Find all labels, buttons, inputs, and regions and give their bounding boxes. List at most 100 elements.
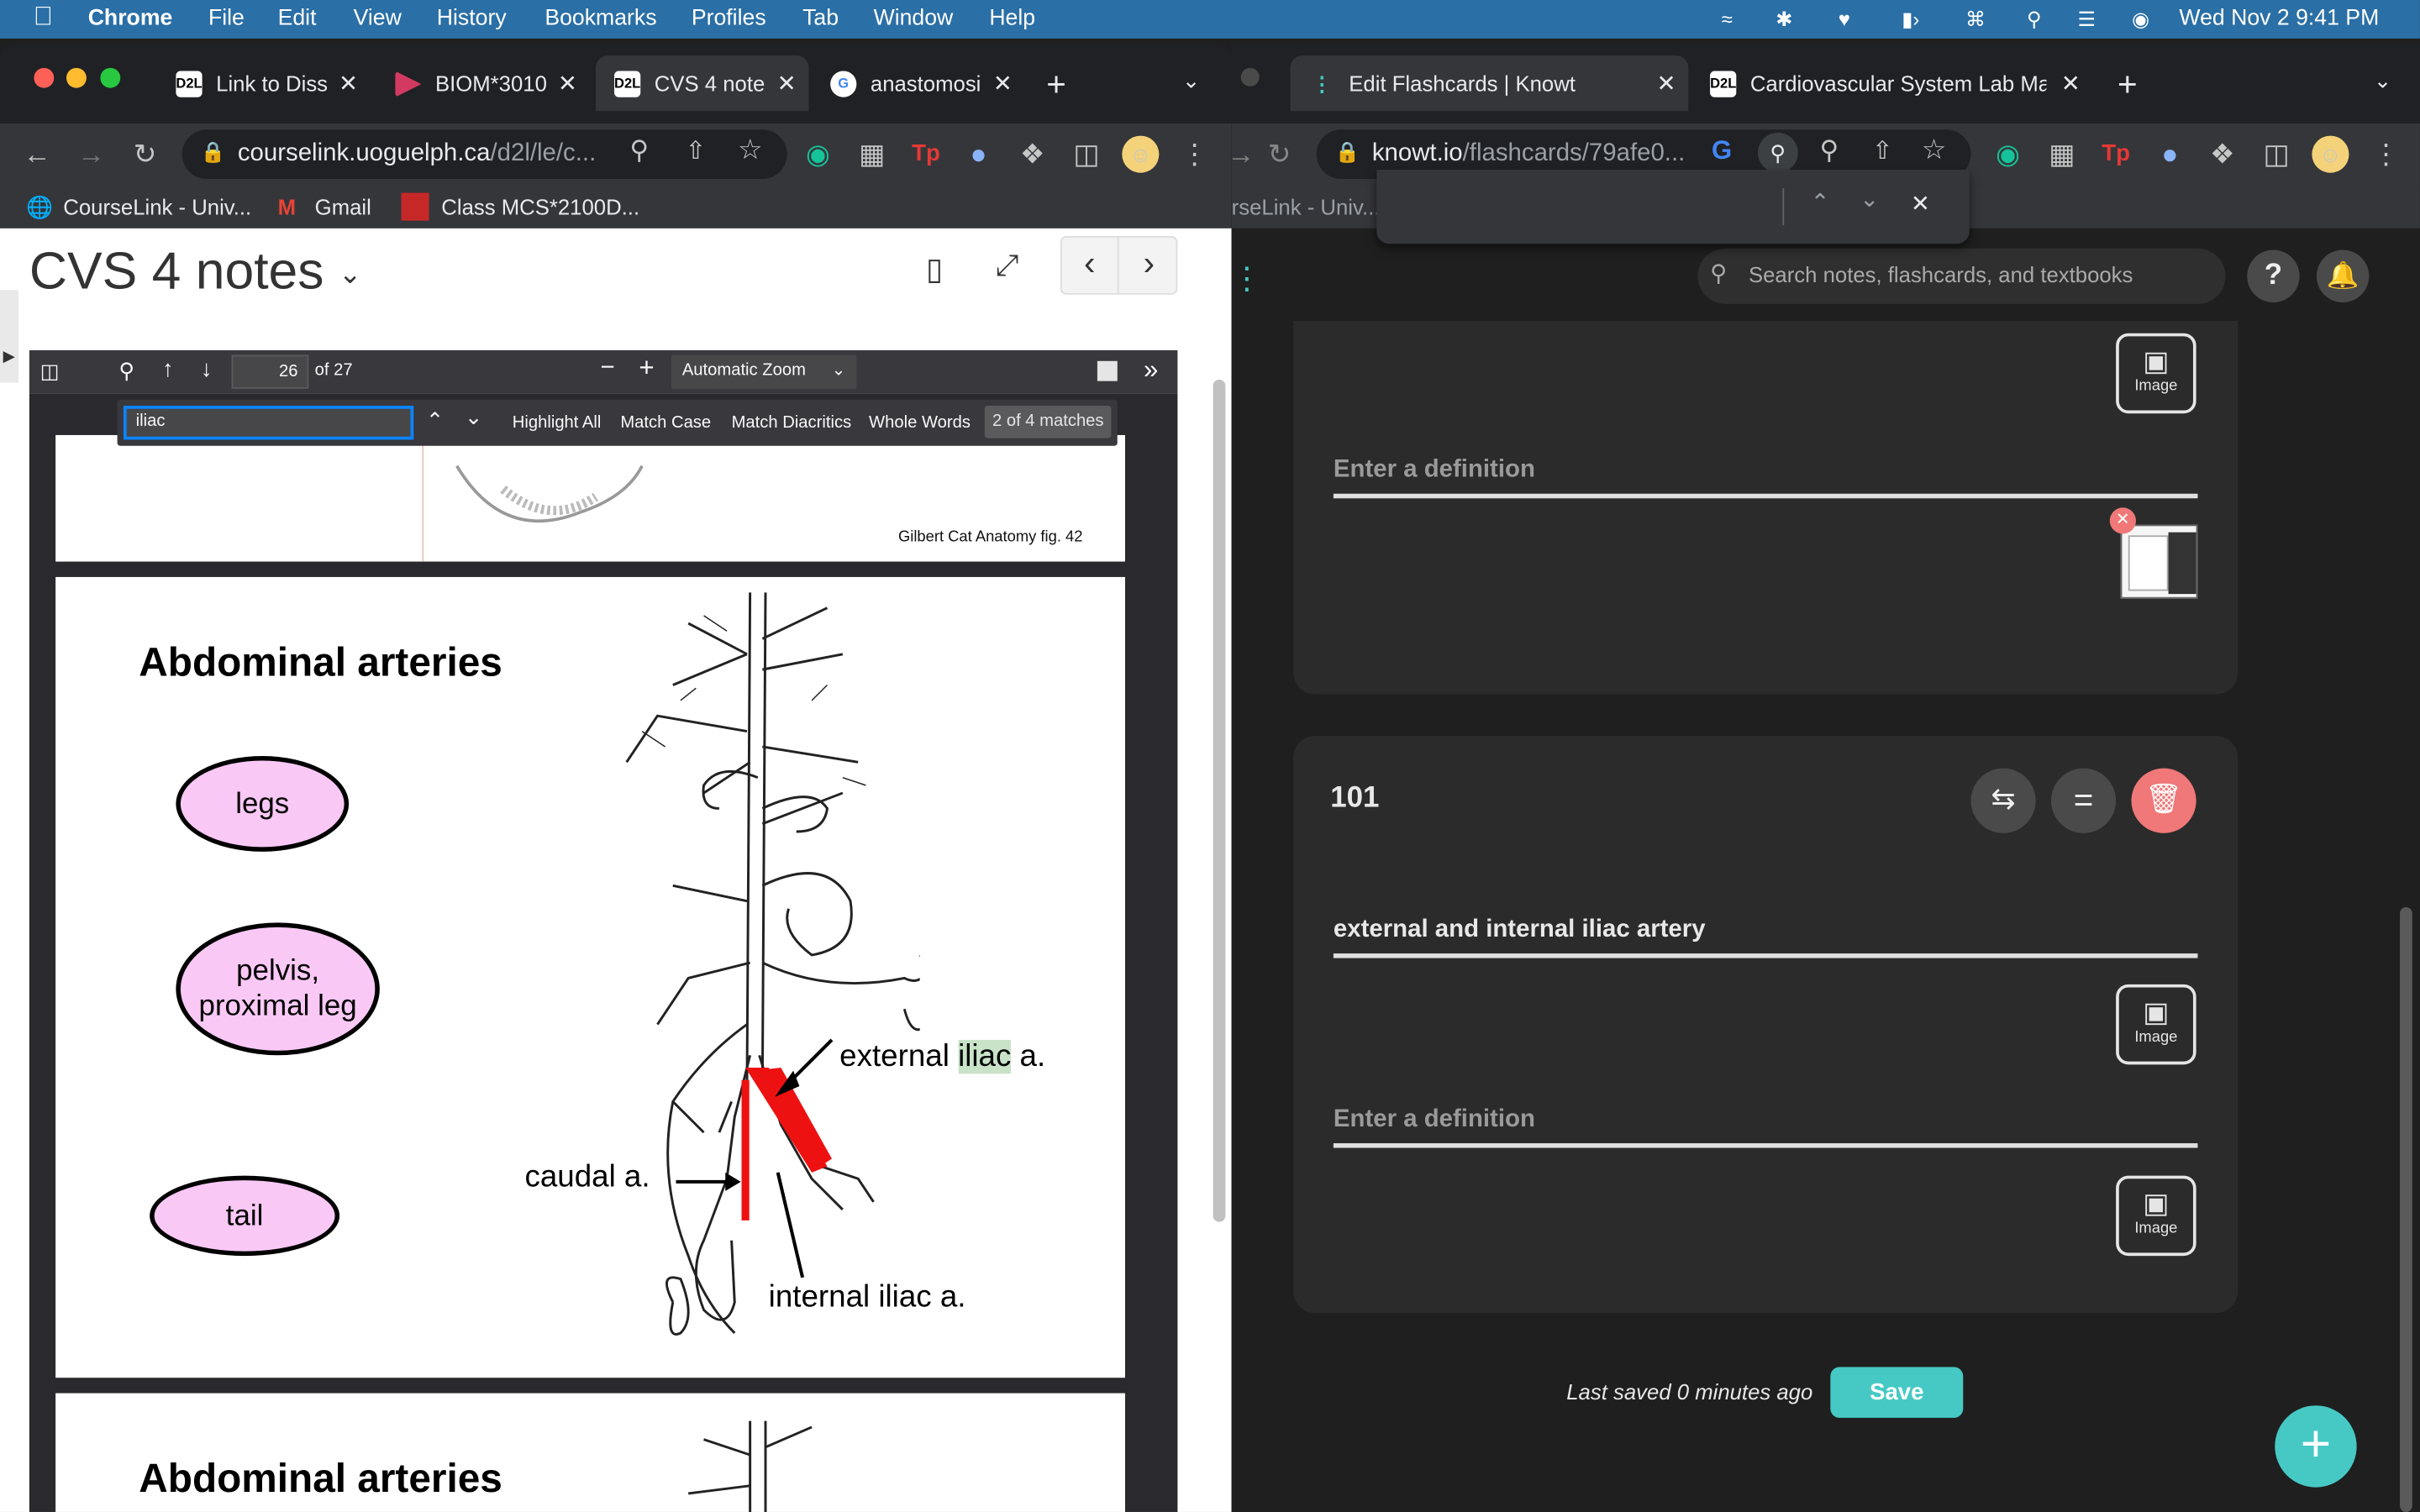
definition-image-thumbnail[interactable] <box>2120 524 2198 599</box>
inactive-window-button[interactable] <box>1240 67 1260 87</box>
control-center-icon[interactable]: ☰ <box>2075 8 2099 31</box>
share-icon[interactable]: ⇧ <box>1872 136 1893 167</box>
menu-profiles[interactable]: Profiles <box>692 6 766 30</box>
drag-handle-icon[interactable]: = <box>2050 768 2117 833</box>
close-tab-icon[interactable]: ✕ <box>993 70 1013 97</box>
find-bar-close-icon[interactable]: ✕ <box>1911 190 1930 218</box>
reload-icon[interactable]: ↻ <box>1261 136 1298 173</box>
tab-link-to-diss[interactable]: D2L Link to Diss ✕ <box>157 55 370 111</box>
battery-icon[interactable]: ▮› <box>1892 8 1929 31</box>
find-bar-previous-chevron-icon[interactable]: ⌃ <box>1810 188 1829 216</box>
zoom-magnifier-icon[interactable]: ⚲ <box>629 136 649 167</box>
close-window-button[interactable] <box>34 67 55 88</box>
fullscreen-icon[interactable]: ⤢ <box>996 250 1019 284</box>
next-page-arrow-icon[interactable]: ↓ <box>201 356 213 382</box>
remove-image-icon[interactable]: ✕ <box>2109 507 2136 534</box>
side-panel-icon[interactable]: ◫ <box>1068 136 1105 173</box>
term-image-button[interactable]: ▣ Image <box>2116 333 2196 414</box>
save-button[interactable]: Save <box>1830 1367 1964 1418</box>
zoom-out-icon[interactable]: − <box>600 354 614 382</box>
tab-edit-flashcards[interactable]: ⋮ Edit Flashcards | Knowt ✕ <box>1290 55 1689 112</box>
help-question-icon[interactable]: ? <box>2247 249 2300 302</box>
bookmark-class-mcs[interactable]: Class MCS*2100D... <box>441 194 639 218</box>
more-menu-icon[interactable]: ⋮ <box>1176 136 1213 173</box>
more-menu-icon[interactable]: ⋮ <box>2367 136 2404 173</box>
menu-file[interactable]: File <box>208 6 245 30</box>
bookmark-courselink[interactable]: CourseLink - Univ... <box>63 194 251 218</box>
find-input[interactable]: iliac <box>123 406 414 440</box>
next-document-chevron-icon[interactable]: › <box>1120 238 1177 293</box>
bookmark-gmail[interactable]: Gmail <box>315 194 371 218</box>
wifi-icon[interactable]: ⌘ <box>1963 8 1987 31</box>
menu-help[interactable]: Help <box>989 6 1035 30</box>
zoom-in-icon[interactable]: + <box>639 354 654 385</box>
find-in-page-icon[interactable]: ⚲ <box>1758 132 1798 173</box>
zoom-window-button[interactable] <box>100 67 121 88</box>
zoom-select[interactable]: Automatic Zoom ⌄ <box>671 354 857 389</box>
find-next-chevron-icon[interactable]: ⌄ <box>465 404 483 430</box>
site-search-input[interactable]: ⚲ Search notes, flashcards, and textbook… <box>1697 248 2226 304</box>
term-input[interactable]: external and internal iliac artery <box>1333 916 2198 958</box>
apple-icon[interactable]:  <box>31 3 55 29</box>
match-case-toggle[interactable]: Match Case <box>620 413 711 432</box>
new-tab-plus-icon[interactable]: + <box>2118 65 2138 105</box>
cursor-extension-icon[interactable]: ● <box>2151 136 2188 173</box>
prev-document-chevron-icon[interactable]: ‹ <box>1062 237 1119 293</box>
forward-arrow-icon[interactable]: → <box>1232 136 1260 173</box>
knowt-extension-icon[interactable]: ▦ <box>854 136 891 173</box>
close-tab-icon[interactable]: ✕ <box>777 70 797 97</box>
definition-input[interactable]: Enter a definition <box>1333 457 2198 499</box>
swap-arrows-icon[interactable]: ⇆ <box>1970 768 2036 833</box>
tp-extension-icon[interactable]: Tp <box>2097 136 2134 173</box>
back-arrow-icon[interactable]: ← <box>18 136 55 173</box>
siri-icon[interactable]: ◉ <box>2128 8 2153 31</box>
spotlight-search-icon[interactable]: ⚲ <box>2022 8 2046 31</box>
close-tab-icon[interactable]: ✕ <box>339 70 358 97</box>
menu-edit[interactable]: Edit <box>278 6 317 30</box>
page-scrollbar[interactable] <box>2400 906 2412 1512</box>
menu-bookmarks[interactable]: Bookmarks <box>544 6 656 30</box>
extensions-puzzle-icon[interactable]: ❖ <box>1014 136 1051 173</box>
tp-extension-icon[interactable]: Tp <box>908 136 944 173</box>
grammarly-status-icon[interactable]: ≈ <box>1715 8 1739 31</box>
minimize-window-button[interactable] <box>66 67 87 88</box>
extensions-puzzle-icon[interactable]: ❖ <box>2204 136 2241 173</box>
bookmark-star-icon[interactable]: ☆ <box>738 134 763 167</box>
knowt-logo-icon[interactable]: ⋮ <box>1232 260 1263 298</box>
whole-words-toggle[interactable]: Whole Words <box>869 413 971 432</box>
delete-trash-icon[interactable]: 🗑 <box>2131 768 2196 833</box>
google-lens-icon[interactable]: G <box>1712 136 1732 167</box>
address-bar[interactable]: 🔒 courselink.uoguelph.ca/d2l/le/c... ⚲ ⇧… <box>182 129 787 180</box>
notifications-bell-icon[interactable]: 🔔 <box>2316 249 2370 302</box>
tab-search-chevron-icon[interactable]: ⌄ <box>1182 68 1201 94</box>
presentation-mode-icon[interactable] <box>1097 360 1118 381</box>
drawer-arrow-icon[interactable]: ▶ <box>3 349 15 365</box>
term-image-button[interactable]: ▣ Image <box>2116 984 2196 1065</box>
close-tab-icon[interactable]: ✕ <box>558 70 577 97</box>
forward-arrow-icon[interactable]: → <box>72 136 109 173</box>
bluetooth-icon[interactable]: ✱ <box>1772 8 1797 31</box>
profile-avatar-icon[interactable]: ☺ <box>2312 135 2349 173</box>
title-chevron-down-icon[interactable]: ⌄ <box>339 259 362 290</box>
menu-tab[interactable]: Tab <box>802 6 839 30</box>
highlight-all-toggle[interactable]: Highlight All <box>513 413 602 432</box>
pdf-find-icon[interactable]: ⚲ <box>118 358 134 384</box>
sidebar-toggle-icon[interactable]: ◫ <box>40 360 60 384</box>
grammarly-extension-icon[interactable]: ◉ <box>1990 136 2027 173</box>
definition-image-button[interactable]: ▣ Image <box>2116 1175 2196 1257</box>
tab-biom3010[interactable]: BIOM*3010 ✕ <box>376 55 589 111</box>
find-bar-next-chevron-icon[interactable]: ⌄ <box>1860 185 1879 213</box>
tab-search-chevron-icon[interactable]: ⌄ <box>2374 68 2392 94</box>
page-scrollbar[interactable] <box>1213 379 1226 1222</box>
tab-anastomosis[interactable]: G anastomosi ✕ <box>812 55 1024 111</box>
menu-window[interactable]: Window <box>874 6 954 30</box>
menubar-clock[interactable]: Wed Nov 2 9:41 PM <box>2179 6 2379 30</box>
definition-input[interactable]: Enter a definition <box>1333 1106 2198 1148</box>
close-tab-icon[interactable]: ✕ <box>1657 70 1676 97</box>
heart-icon[interactable]: ♥ <box>1832 8 1856 31</box>
tools-double-chevron-icon[interactable]: » <box>1144 354 1158 386</box>
page-number-input[interactable]: 26 <box>231 354 309 389</box>
find-previous-chevron-icon[interactable]: ⌃ <box>426 407 445 433</box>
share-icon[interactable]: ⇧ <box>685 136 706 167</box>
document-title[interactable]: CVS 4 notes ⌄ <box>29 242 362 302</box>
